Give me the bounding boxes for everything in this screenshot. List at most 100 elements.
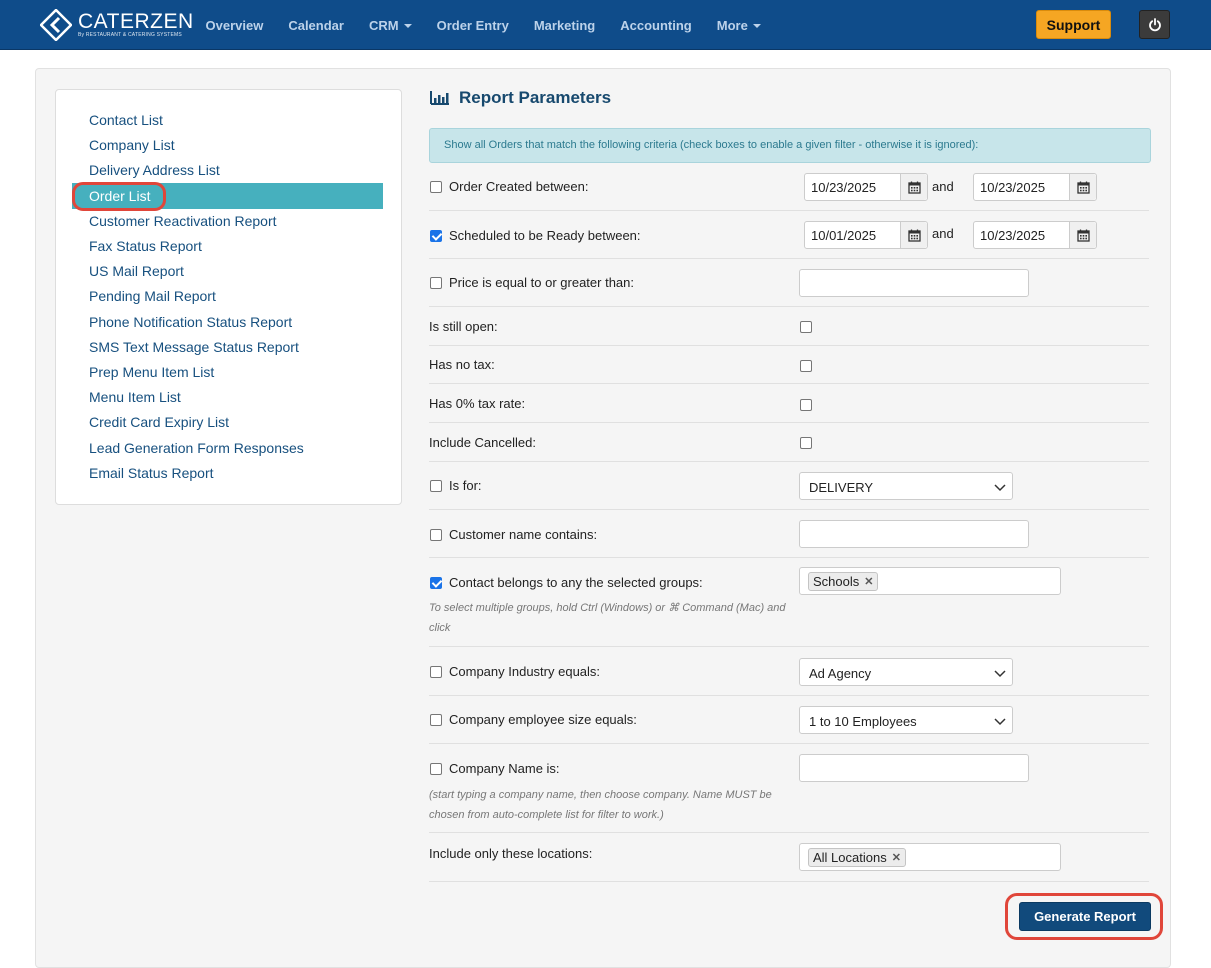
sidebar-item-company-list[interactable]: Company List: [89, 135, 175, 155]
highlight-annotation: [1005, 893, 1163, 940]
industry-select[interactable]: Ad Agency: [799, 658, 1013, 686]
is-for-select[interactable]: DELIVERY: [799, 472, 1013, 500]
contact-groups-label: Contact belongs to any the selected grou…: [449, 575, 703, 590]
nav-more[interactable]: More: [704, 18, 773, 33]
employee-size-checkbox[interactable]: [430, 714, 442, 726]
still-open-label: Is still open:: [429, 319, 498, 334]
caret-down-icon: [752, 23, 761, 28]
industry-label: Company Industry equals:: [449, 664, 601, 679]
nav-menu: Overview Calendar CRM Order Entry Market…: [193, 0, 773, 50]
customer-name-input[interactable]: [799, 520, 1029, 548]
locations-multiselect[interactable]: All Locations ✕: [799, 843, 1061, 871]
location-tag: All Locations ✕: [808, 848, 906, 867]
top-navbar: CATERZEN By RESTAURANT & CATERING SYSTEM…: [0, 0, 1211, 50]
sidebar-item-credit-card-expiry[interactable]: Credit Card Expiry List: [89, 412, 229, 432]
order-created-checkbox[interactable]: [430, 181, 442, 193]
nav-order-entry[interactable]: Order Entry: [424, 18, 521, 33]
logo-subtitle: By RESTAURANT & CATERING SYSTEMS: [78, 32, 182, 38]
nav-calendar[interactable]: Calendar: [276, 18, 357, 33]
contact-groups-multiselect[interactable]: Schools ✕: [799, 567, 1061, 595]
customer-name-label: Customer name contains:: [449, 527, 598, 542]
row-divider: [429, 210, 1149, 211]
remove-tag-icon[interactable]: ✕: [864, 575, 873, 588]
include-cancelled-label: Include Cancelled:: [429, 435, 536, 450]
row-divider: [429, 461, 1149, 462]
calendar-icon[interactable]: [900, 174, 927, 200]
sidebar-item-contact-list[interactable]: Contact List: [89, 110, 163, 130]
row-divider: [429, 422, 1149, 423]
sidebar-item-sms-status[interactable]: SMS Text Message Status Report: [89, 337, 299, 357]
is-for-checkbox[interactable]: [430, 480, 442, 492]
and-label: and: [932, 226, 954, 241]
calendar-icon[interactable]: [900, 222, 927, 248]
sidebar-item-phone-notification[interactable]: Phone Notification Status Report: [89, 312, 292, 332]
group-tag: Schools ✕: [808, 572, 879, 591]
company-name-hint: (start typing a company name, then choos…: [429, 789, 772, 821]
info-alert: Show all Orders that match the following…: [429, 128, 1151, 163]
nav-accounting[interactable]: Accounting: [608, 18, 705, 33]
logo-diamond-icon: [39, 8, 73, 42]
and-label: and: [932, 179, 954, 194]
customer-name-checkbox[interactable]: [430, 529, 442, 541]
sidebar-item-email-status[interactable]: Email Status Report: [89, 463, 214, 483]
still-open-checkbox[interactable]: [800, 321, 812, 333]
price-checkbox[interactable]: [430, 277, 442, 289]
sidebar-item-us-mail[interactable]: US Mail Report: [89, 261, 184, 281]
highlight-annotation: [72, 182, 166, 211]
scheduled-ready-checkbox[interactable]: [430, 230, 442, 242]
row-divider: [429, 743, 1149, 744]
calendar-icon[interactable]: [1069, 222, 1096, 248]
include-cancelled-checkbox[interactable]: [800, 437, 812, 449]
caterzen-logo[interactable]: CATERZEN By RESTAURANT & CATERING SYSTEM…: [39, 8, 194, 42]
row-divider: [429, 345, 1149, 346]
company-name-label: Company Name is:: [449, 761, 560, 776]
sidebar-item-pending-mail[interactable]: Pending Mail Report: [89, 286, 216, 306]
row-divider: [429, 383, 1149, 384]
sidebar-item-prep-menu[interactable]: Prep Menu Item List: [89, 362, 214, 382]
chevron-down-icon: [994, 670, 1006, 678]
row-divider: [429, 509, 1149, 510]
scheduled-from-date[interactable]: 10/01/2025: [804, 221, 928, 249]
support-button[interactable]: Support: [1036, 10, 1111, 39]
logout-button[interactable]: [1139, 10, 1170, 39]
sidebar-item-menu-item-list[interactable]: Menu Item List: [89, 387, 181, 407]
price-input[interactable]: [799, 269, 1029, 297]
title-text: Report Parameters: [459, 88, 612, 107]
scheduled-to-date[interactable]: 10/23/2025: [973, 221, 1097, 249]
order-created-label: Order Created between:: [449, 179, 589, 194]
nav-overview[interactable]: Overview: [193, 18, 276, 33]
order-created-to-date[interactable]: 10/23/2025: [973, 173, 1097, 201]
nav-crm[interactable]: CRM: [356, 18, 424, 33]
no-tax-checkbox[interactable]: [800, 360, 812, 372]
nav-marketing[interactable]: Marketing: [521, 18, 607, 33]
page-title: Report Parameters: [430, 88, 611, 108]
row-divider: [429, 832, 1149, 833]
order-created-from-date[interactable]: 10/23/2025: [804, 173, 928, 201]
row-divider: [429, 557, 1149, 558]
contact-groups-checkbox[interactable]: [430, 577, 442, 589]
report-sidebar: Contact List Company List Delivery Addre…: [55, 89, 402, 505]
row-divider: [429, 695, 1149, 696]
row-divider: [429, 258, 1149, 259]
is-for-label: Is for:: [449, 478, 482, 493]
company-name-input[interactable]: [799, 754, 1029, 782]
sidebar-item-fax-status[interactable]: Fax Status Report: [89, 236, 202, 256]
company-name-checkbox[interactable]: [430, 763, 442, 775]
remove-tag-icon[interactable]: ✕: [892, 851, 901, 864]
logo-name: CATERZEN: [78, 10, 194, 33]
row-divider: [429, 306, 1149, 307]
employee-size-select[interactable]: 1 to 10 Employees: [799, 706, 1013, 734]
sidebar-item-lead-generation[interactable]: Lead Generation Form Responses: [89, 438, 304, 458]
zero-tax-checkbox[interactable]: [800, 399, 812, 411]
chevron-down-icon: [994, 484, 1006, 492]
row-divider: [429, 881, 1149, 882]
sidebar-item-delivery-address-list[interactable]: Delivery Address List: [89, 160, 220, 180]
industry-checkbox[interactable]: [430, 666, 442, 678]
sidebar-item-customer-reactivation[interactable]: Customer Reactivation Report: [89, 211, 277, 231]
power-icon: [1148, 17, 1161, 31]
no-tax-label: Has no tax:: [429, 357, 495, 372]
scheduled-ready-label: Scheduled to be Ready between:: [449, 228, 641, 243]
row-divider: [429, 646, 1149, 647]
calendar-icon[interactable]: [1069, 174, 1096, 200]
price-label: Price is equal to or greater than:: [449, 275, 634, 290]
